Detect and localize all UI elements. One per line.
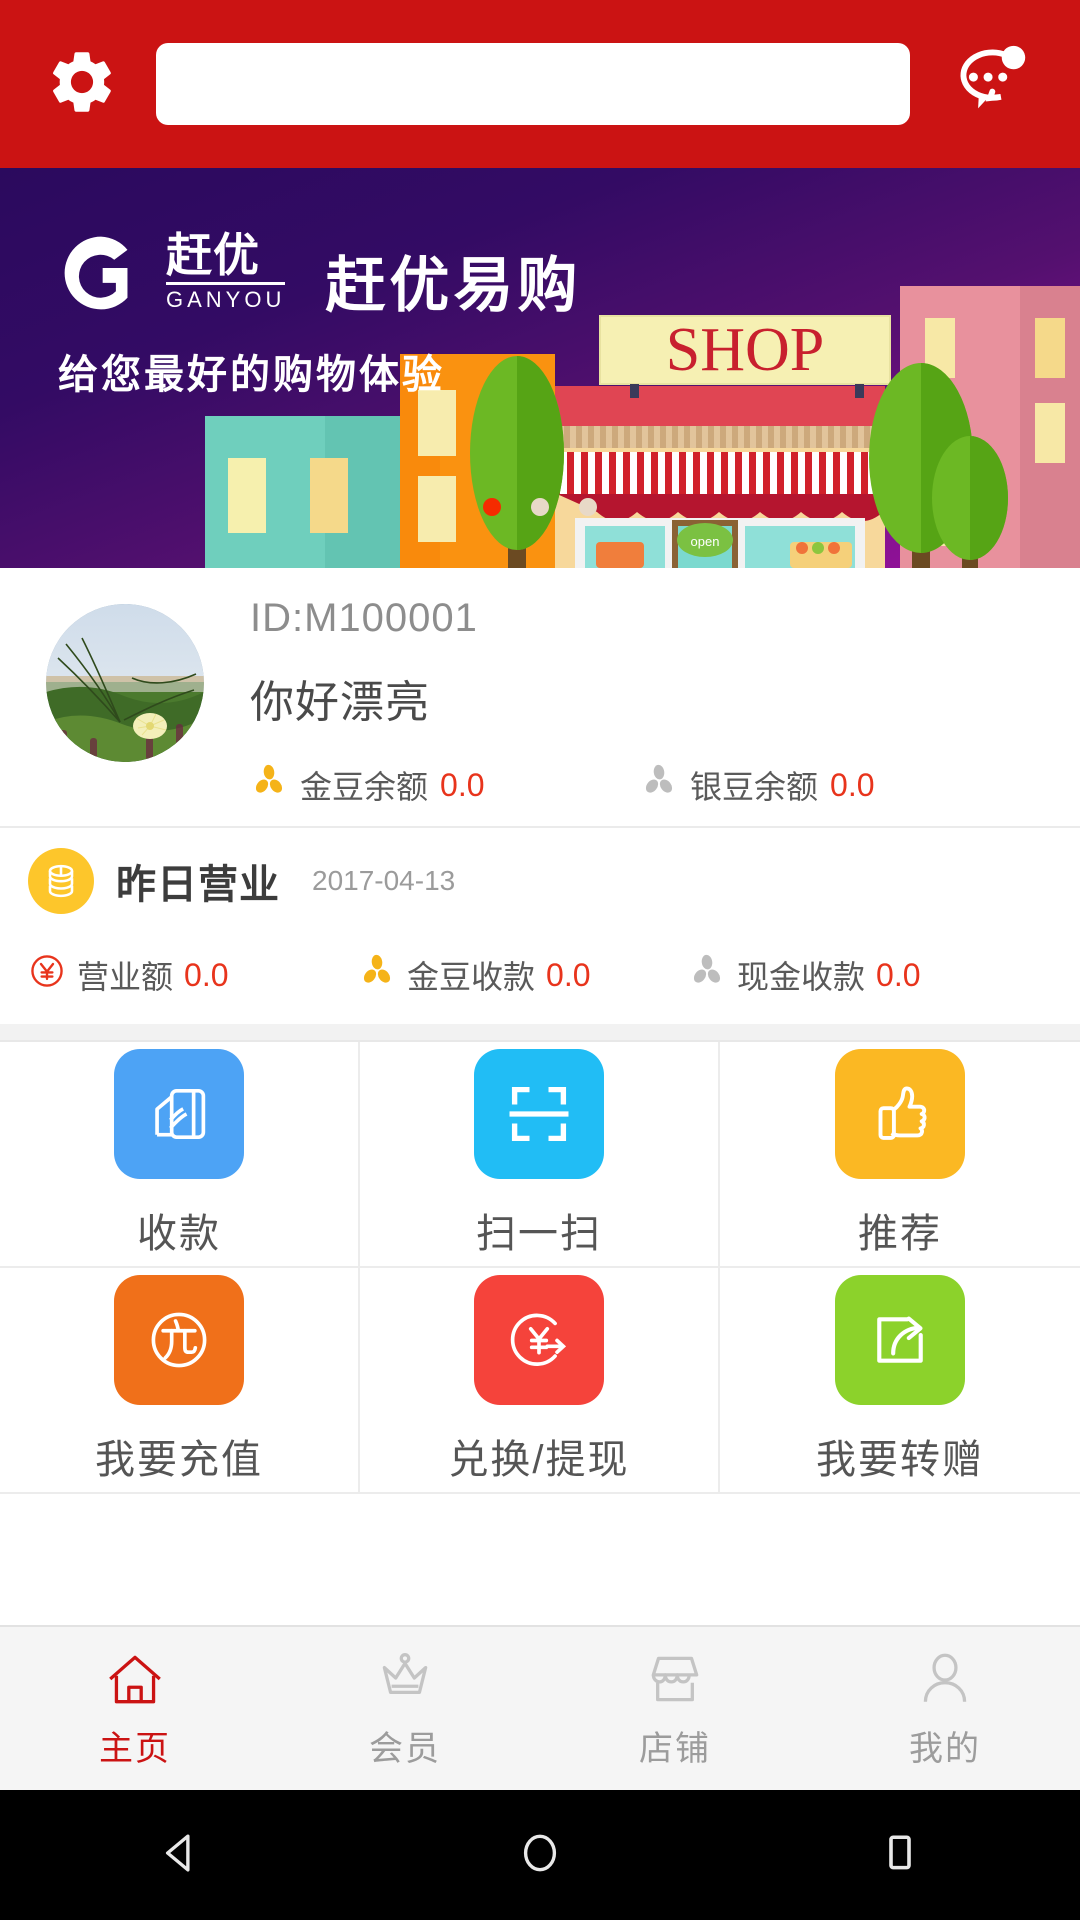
recents-button[interactable] <box>840 1810 960 1900</box>
crown-icon <box>372 1648 438 1715</box>
promo-banner[interactable]: open SHOP 赶优 GANYOU 赶优易购 给您最好的购物体验 <box>0 168 1080 568</box>
gold-bean-icon <box>250 762 288 808</box>
tab-store[interactable]: 店铺 <box>540 1627 810 1790</box>
grid-item-scan[interactable]: 扫一扫 <box>360 1042 720 1268</box>
silver-bean-icon <box>640 762 678 808</box>
qr-scan-icon <box>474 1049 604 1179</box>
revenue-value: 0.0 <box>184 956 229 993</box>
gold-bean-value: 0.0 <box>440 766 485 803</box>
coin-stack-icon <box>28 848 94 914</box>
carousel-dot-3[interactable] <box>579 498 597 516</box>
banner-text-block: 赶优 GANYOU 赶优易购 给您最好的购物体验 <box>58 230 581 400</box>
avatar-container[interactable] <box>0 594 250 808</box>
grid-label-transfer: 我要转赠 <box>816 1438 984 1482</box>
grid-item-transfer[interactable]: 我要转赠 <box>720 1268 1080 1494</box>
android-system-nav <box>0 1790 1080 1920</box>
tab-home[interactable]: 主页 <box>0 1627 270 1790</box>
function-grid: 收款 扫一扫 推荐 我要充值 兑换/提现 我要转赠 <box>0 1040 1080 1494</box>
tab-members[interactable]: 会员 <box>270 1627 540 1790</box>
grid-item-withdraw[interactable]: 兑换/提现 <box>360 1268 720 1494</box>
cash-income-stat: 现金收款 0.0 <box>688 952 921 998</box>
gold-bean-balance: 金豆余额 0.0 <box>250 762 640 808</box>
grid-label-withdraw: 兑换/提现 <box>448 1438 630 1482</box>
business-header: 昨日营业 2017-04-13 <box>0 848 1080 914</box>
chat-bubble-icon <box>948 42 1034 127</box>
logo-chinese-mark: 赶优 GANYOU <box>166 232 286 316</box>
tab-profile[interactable]: 我的 <box>810 1627 1080 1790</box>
banner-tagline: 给您最好的购物体验 <box>58 353 445 397</box>
tab-label-store: 店铺 <box>639 1729 711 1768</box>
grid-item-collect-payment[interactable]: 收款 <box>0 1042 360 1268</box>
svg-text:open: open <box>691 534 720 549</box>
home-circle-icon <box>513 1826 567 1885</box>
grid-label-scan: 扫一扫 <box>476 1212 602 1256</box>
card-payment-icon <box>114 1049 244 1179</box>
bottom-tab-bar: 主页 会员 店铺 我的 <box>0 1625 1080 1790</box>
user-id: ID:M100001 <box>250 596 478 640</box>
user-nickname: 你好漂亮 <box>250 678 430 727</box>
tab-label-home: 主页 <box>99 1729 171 1768</box>
profile-info: ID:M100001 你好漂亮 金豆余额 0.0 银豆余额 0.0 <box>250 594 1080 808</box>
app-screen: open SHOP 赶优 GANYOU 赶优易购 给您最好的购物体验 ID:M1… <box>0 0 1080 1920</box>
gold-bean-income-stat: 金豆收款 0.0 <box>358 952 688 998</box>
gold-bean-income-value: 0.0 <box>546 956 591 993</box>
grid-label-collect-payment: 收款 <box>137 1212 221 1256</box>
logo-cn-bottom: GANYOU <box>166 287 286 313</box>
tab-label-profile: 我的 <box>909 1729 981 1768</box>
top-bar <box>0 0 1080 168</box>
back-triangle-icon <box>153 1826 207 1885</box>
messages-button[interactable] <box>936 34 1046 134</box>
carousel-dot-2[interactable] <box>531 498 549 516</box>
revenue-stat: 营业额 0.0 <box>28 952 358 998</box>
home-button[interactable] <box>480 1810 600 1900</box>
business-date: 2017-04-13 <box>312 865 456 896</box>
silver-bean-value: 0.0 <box>830 766 875 803</box>
cash-income-value: 0.0 <box>876 956 921 993</box>
business-title: 昨日营业 <box>116 863 280 907</box>
share-transfer-icon <box>835 1275 965 1405</box>
store-icon <box>642 1648 708 1715</box>
grid-label-recharge: 我要充值 <box>95 1438 263 1482</box>
gold-bean-icon <box>358 952 396 998</box>
gold-bean-label: 金豆余额 <box>300 769 429 805</box>
thumbs-up-icon <box>835 1049 965 1179</box>
yuan-circle-icon <box>28 952 66 998</box>
ganyou-g-logo-icon <box>58 230 144 316</box>
carousel-dot-1[interactable] <box>483 498 501 516</box>
business-stats: 营业额 0.0 金豆收款 0.0 现金收款 0.0 <box>0 952 1080 998</box>
grid-item-recharge[interactable]: 我要充值 <box>0 1268 360 1494</box>
grid-label-recommend: 推荐 <box>858 1212 942 1256</box>
logo-cn-top: 赶优 <box>166 232 286 286</box>
settings-button[interactable] <box>34 36 130 132</box>
gear-icon <box>45 45 119 124</box>
profile-section[interactable]: ID:M100001 你好漂亮 金豆余额 0.0 银豆余额 0.0 <box>0 568 1080 826</box>
recharge-icon <box>114 1275 244 1405</box>
carousel-dots[interactable] <box>483 498 597 516</box>
tab-label-members: 会员 <box>369 1729 441 1768</box>
back-button[interactable] <box>120 1810 240 1900</box>
silver-bean-label: 银豆余额 <box>690 769 819 805</box>
brand-logo: 赶优 GANYOU 赶优易购 <box>58 230 581 316</box>
silver-bean-icon <box>688 952 726 998</box>
search-input[interactable] <box>156 43 910 125</box>
withdraw-yuan-icon <box>474 1275 604 1405</box>
business-summary: 昨日营业 2017-04-13 营业额 0.0 金豆收款 0.0 现金收款 0.… <box>0 828 1080 1024</box>
person-icon <box>912 1648 978 1715</box>
grid-item-recommend[interactable]: 推荐 <box>720 1042 1080 1268</box>
home-icon <box>102 1648 168 1715</box>
recents-square-icon <box>873 1826 927 1885</box>
silver-bean-balance: 银豆余额 0.0 <box>640 762 875 808</box>
cash-income-label: 现金收款 <box>737 959 866 995</box>
gold-bean-income-label: 金豆收款 <box>407 959 536 995</box>
avatar[interactable] <box>46 604 204 762</box>
svg-text:SHOP: SHOP <box>666 316 825 384</box>
section-gap <box>0 1024 1080 1040</box>
brand-name: 赶优易购 <box>325 252 582 319</box>
revenue-label: 营业额 <box>77 959 174 995</box>
balance-row: 金豆余额 0.0 银豆余额 0.0 <box>250 762 1040 808</box>
